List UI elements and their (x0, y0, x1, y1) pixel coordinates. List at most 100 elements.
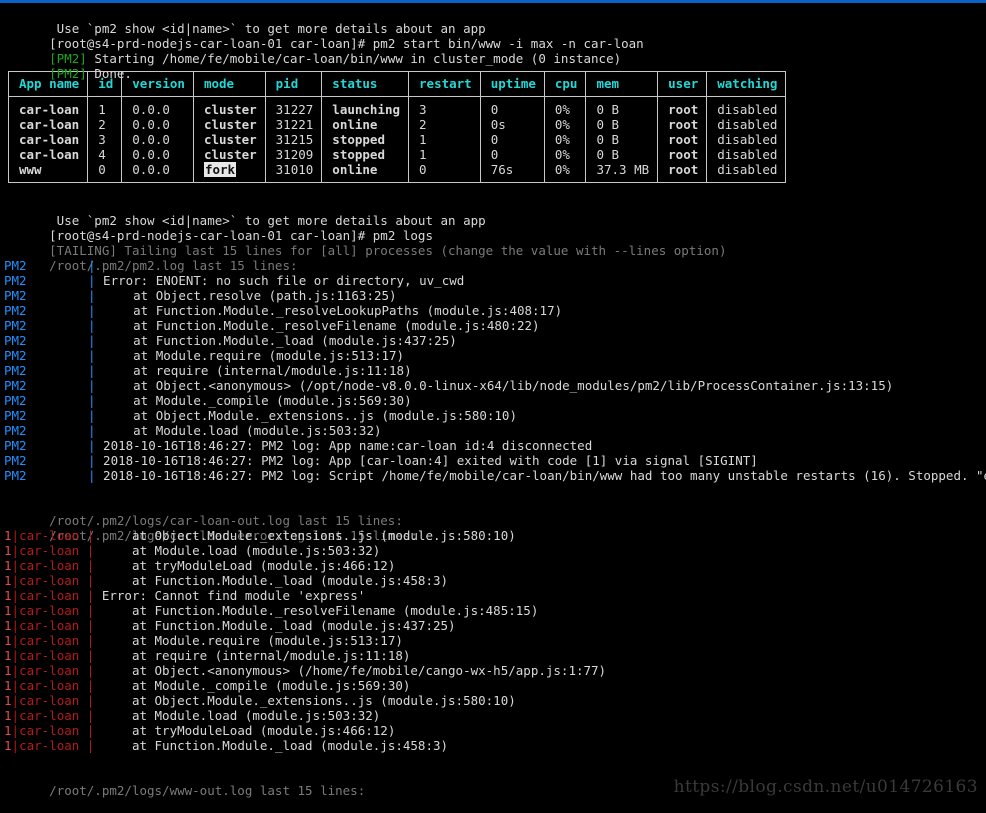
log-line: PM2 | at Module._compile (module.js:569:3… (4, 393, 986, 408)
cell-mem: 0 B (585, 117, 659, 132)
log-process-id: 1 (4, 738, 12, 753)
log-line: PM2 | at require (internal/module.js:11:1… (4, 363, 986, 378)
log-id-separator: | (11, 693, 20, 708)
log-source-prefix: PM2 (4, 273, 27, 288)
log-id-separator: | (11, 723, 20, 738)
log-id-separator: | (11, 603, 20, 618)
log-pipe-separator: | (88, 318, 96, 333)
log-source-prefix: PM2 (4, 333, 27, 348)
pm2-log-block: PM2 | PM2 | Error: ENOENT: no such file or… (4, 258, 986, 483)
cell-restart: 3 (408, 96, 481, 117)
log-line: PM2 | 2018-10-16T18:46:27: PM2 log: App [… (4, 453, 986, 468)
command-logs: pm2 logs (372, 228, 433, 243)
log-line: PM2 | at Function.Module._resolveFilename… (4, 318, 986, 333)
column-header-version: version (121, 71, 194, 97)
cell-cpu: 0% (544, 147, 587, 162)
log-id-separator: | (11, 588, 20, 603)
cell-mode: cluster (193, 96, 266, 117)
cell-watching: disabled (717, 147, 778, 162)
cell-mem: 37.3 MB (585, 162, 659, 183)
cell-uptime: 0 (480, 147, 545, 162)
cell-version: 0.0.0 (121, 147, 194, 162)
log-line-text: at Module._compile (module.js:569:30) (95, 393, 412, 408)
log-source-prefix: car-loan (19, 543, 87, 558)
log-line: 1|car-loan | at Function.Module._load (m… (4, 618, 986, 633)
log-line-text: at Function.Module._load (module.js:458:… (94, 738, 449, 753)
log-line-text: at Object.Module._extensions..js (module… (94, 693, 516, 708)
log-id-separator: | (11, 528, 20, 543)
cell-status: stopped (321, 147, 410, 162)
log-source-prefix: PM2 (4, 438, 27, 453)
tailing-text: [TAILING] Tailing last 15 lines for [all… (49, 243, 727, 258)
command-start: pm2 start bin/www -i max -n car-loan (372, 36, 644, 51)
log-line: 1|car-loan | at Function.Module._resolve… (4, 603, 986, 618)
cell-id: 3 (87, 132, 123, 147)
cell-mem: 0 B (585, 132, 659, 147)
log-line-text: at Module.require (module.js:513:17) (94, 633, 403, 648)
log-line: 1|car-loan | at require (internal/module… (4, 648, 986, 663)
column-header-status: status (321, 71, 410, 97)
log-process-id: 1 (4, 663, 12, 678)
log-line: 1|car-loan | at Object.Module._extension… (4, 528, 986, 543)
cell-app-name: www (8, 162, 89, 183)
log-source-prefix: car-loan (19, 528, 87, 543)
log-line-text: at Function.Module._load (module.js:437:… (95, 333, 457, 348)
column-header-mem: mem (585, 71, 659, 97)
log-line: PM2 | 2018-10-16T18:46:27: PM2 log: App n… (4, 438, 986, 453)
log-line: PM2 | at Function.Module._load (module.js… (4, 333, 986, 348)
log-line-text: at require (internal/module.js:11:18) (95, 363, 412, 378)
log-source-prefix: car-loan (19, 588, 87, 603)
log-id-separator: | (11, 558, 20, 573)
log-line: PM2 | 2018-10-16T18:46:27: PM2 log: Scrip… (4, 468, 986, 483)
log-pipe-separator: | (88, 453, 96, 468)
log-id-separator: | (11, 738, 20, 753)
table-row: car-loan 4 0.0.0 cluster 31209 stopped 1 0 0% 0 B… (8, 147, 786, 162)
log-id-separator: | (11, 648, 20, 663)
column-header-cpu: cpu (544, 71, 587, 97)
table-row: car-loan 2 0.0.0 cluster 31221 online 2 0s 0% 0 B… (8, 117, 786, 132)
hint-text-1: Use `pm2 show <id|name>` to get more det… (49, 21, 486, 36)
log-line-text: at Object.<anonymous> (/home/fe/mobile/c… (94, 663, 607, 678)
log-line-text: at Object.resolve (path.js:1163:25) (95, 288, 397, 303)
log-source-prefix: PM2 (4, 393, 27, 408)
cell-user: root (657, 117, 708, 132)
log-line: 1|car-loan | at Object.<anonymous> (/hom… (4, 663, 986, 678)
cell-mem: 0 B (585, 96, 659, 117)
cell-pid: 31227 (265, 96, 323, 117)
cell-version: 0.0.0 (121, 162, 194, 183)
log-id-separator: | (11, 618, 20, 633)
cell-restart: 1 (408, 147, 481, 162)
cell-app-name: car-loan (8, 132, 89, 147)
cell-app-name: car-loan (8, 147, 89, 162)
log-line: 1|car-loan | at Module._compile (module.… (4, 678, 986, 693)
cell-id: 1 (87, 96, 123, 117)
log-source-prefix: car-loan (19, 648, 87, 663)
cell-app-name: car-loan (8, 96, 89, 117)
terminal-window: Use `pm2 show <id|name>` to get more det… (0, 0, 986, 798)
log-source-prefix: PM2 (4, 453, 27, 468)
log-id-separator: | (11, 663, 20, 678)
log-source-prefix: car-loan (19, 618, 87, 633)
log-source-prefix: PM2 (4, 363, 27, 378)
log-line-text: at tryModuleLoad (module.js:466:12) (94, 558, 396, 573)
pm2-process-table: App name id version mode pid status rest… (8, 71, 787, 183)
log-source-prefix: car-loan (19, 738, 87, 753)
log-process-id: 1 (4, 543, 12, 558)
log-pipe-separator: | (88, 363, 96, 378)
log-pipe-separator: | (88, 393, 96, 408)
terminal-screen[interactable]: Use `pm2 show <id|name>` to get more det… (0, 3, 986, 798)
hint-line-2: Use `pm2 show <id|name>` to get more det… (4, 198, 986, 228)
shell-prompt-2: [root@s4-prd-nodejs-car-loan-01 car-loan… (49, 228, 373, 243)
cell-cpu: 0% (544, 132, 587, 147)
log-line-text: Error: ENOENT: no such file or directory… (95, 273, 465, 288)
log-line-text: at tryModuleLoad (module.js:466:12) (94, 723, 396, 738)
log-process-id: 1 (4, 708, 12, 723)
car-loan-log-block: 1|car-loan | at Object.Module._extension… (4, 528, 986, 753)
cell-cpu: 0% (544, 96, 587, 117)
log-line: 1|car-loan | at Module.load (module.js:5… (4, 543, 986, 558)
cell-user: root (657, 162, 708, 183)
cell-id: 4 (87, 147, 123, 162)
cell-cpu: 0% (544, 162, 587, 183)
